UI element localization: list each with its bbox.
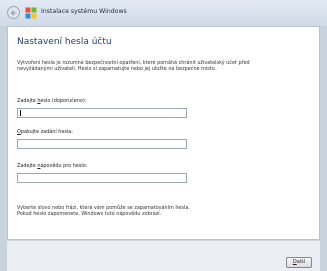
- next-button-label: alší: [296, 259, 306, 265]
- back-button[interactable]: [7, 6, 20, 19]
- window-title: Instalace systému Windows: [41, 8, 127, 15]
- intro-text: Vytvoření hesla je rozumné bezpečnostní …: [17, 60, 309, 73]
- password-label-pre: Zadejte: [17, 98, 38, 104]
- password-input[interactable]: [17, 108, 187, 118]
- confirm-password-input[interactable]: [17, 139, 187, 149]
- next-button[interactable]: Další: [286, 257, 312, 268]
- confirm-label-post: pakujte zadání hesla:: [20, 129, 73, 135]
- windows-logo-icon: [25, 7, 37, 19]
- footer-bar: Další: [7, 240, 320, 271]
- password-hint-input[interactable]: [17, 173, 187, 183]
- title-bar: Instalace systému Windows: [0, 0, 327, 26]
- text-caret: [20, 110, 21, 116]
- back-arrow-icon: [10, 10, 17, 16]
- hint-label-pre: Zadejte: [17, 163, 38, 169]
- hint-line-2: Pokud heslo zapomenete, Windows tuto náp…: [17, 211, 162, 218]
- content-panel: Nastavení hesla účtu Vytvoření hesla je …: [7, 26, 320, 240]
- password-label-post: eslo (doporučeno):: [40, 98, 87, 104]
- page-heading: Nastavení hesla účtu: [17, 37, 112, 47]
- confirm-password-label: Opakujte zadání hesla:: [17, 129, 73, 135]
- intro-line-2: nevyžádanými uživateli. Heslo si zapamat…: [17, 66, 217, 73]
- hint-label-post: ápovědu pro heslo:: [40, 163, 88, 169]
- password-hint-label: Zadejte nápovědu pro heslo:: [17, 163, 87, 169]
- password-label: Zadejte heslo (doporučeno):: [17, 98, 86, 104]
- hint-explanation: Vyberte slovo nebo frázi, která vám pomů…: [17, 205, 307, 218]
